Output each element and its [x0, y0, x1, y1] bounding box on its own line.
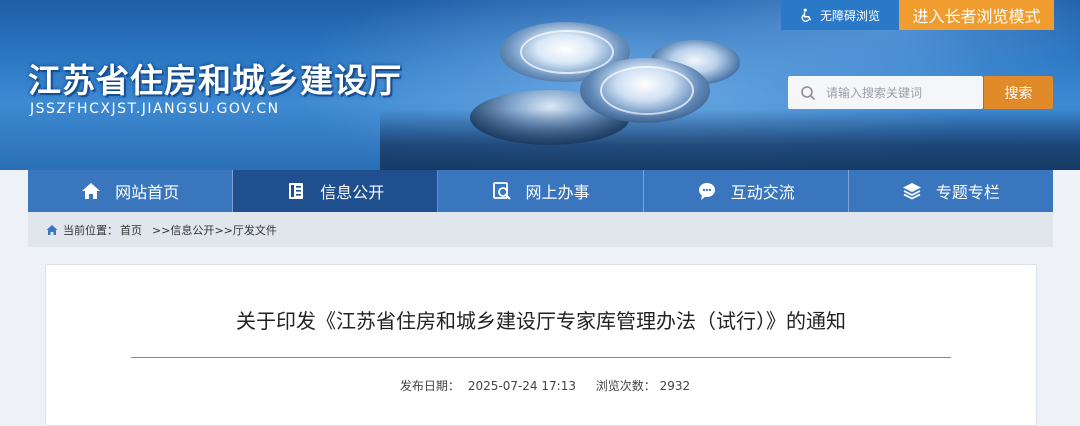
nav-item-label: 网上办事	[525, 183, 590, 202]
nav-item-label: 互动交流	[730, 183, 795, 202]
breadcrumb-prefix: 当前位置：	[63, 223, 118, 237]
breadcrumb-item-home[interactable]: 首页	[120, 222, 142, 238]
home-icon	[82, 183, 101, 199]
breadcrumb: 当前位置： 首页 >>信息公开 >>厅发文件	[28, 212, 1053, 247]
banner-landscape	[380, 110, 1080, 170]
view-count: 2932	[659, 379, 691, 393]
title-divider	[131, 357, 951, 358]
accessibility-label: 无障碍浏览	[819, 8, 880, 23]
search-input[interactable]	[824, 84, 978, 101]
view-count-label: 浏览次数：	[595, 379, 656, 393]
nav-item-home[interactable]: 网站首页	[28, 170, 234, 212]
search-box	[788, 76, 983, 109]
nav-item-label: 网站首页	[115, 183, 180, 202]
article-meta: 发布日期： 2025-07-24 17:13 浏览次数： 2932	[46, 377, 1036, 394]
accessibility-icon	[801, 8, 812, 22]
banner-stadium-ring	[520, 30, 614, 74]
publish-date: 2025-07-24 17:13	[467, 379, 576, 393]
article-card: 关于印发《江苏省住房和城乡建设厅专家库管理办法（试行）》的通知 发布日期： 202…	[45, 264, 1037, 426]
home-icon	[46, 224, 58, 235]
banner-stadium-ring	[600, 66, 694, 115]
nav-item-info-disclosure[interactable]: 信息公开	[233, 170, 439, 212]
nav-item-online-service[interactable]: 网上办事	[438, 170, 644, 212]
main-nav: 网站首页 信息公开 网上办事 互动交流 专题专栏	[28, 170, 1053, 212]
breadcrumb-item-docs[interactable]: >>厅发文件	[214, 222, 276, 238]
nav-item-special-topics[interactable]: 专题专栏	[849, 170, 1053, 212]
service-icon	[492, 182, 511, 200]
document-icon	[289, 183, 304, 199]
accessibility-link[interactable]: 无障碍浏览	[781, 0, 899, 30]
elder-mode-button[interactable]: 进入长者浏览模式	[899, 0, 1054, 30]
nav-item-label: 信息公开	[320, 183, 385, 202]
search-button[interactable]: 搜索	[984, 76, 1053, 109]
nav-item-label: 专题专栏	[935, 183, 1000, 202]
site-domain: JSSZFHCXJST.JIANGSU.GOV.CN	[30, 101, 280, 117]
site-title[interactable]: 江苏省住房和城乡建设厅	[28, 54, 402, 102]
chat-icon	[698, 183, 715, 200]
search-icon	[801, 85, 816, 100]
layers-icon	[902, 183, 921, 200]
article-title: 关于印发《江苏省住房和城乡建设厅专家库管理办法（试行）》的通知	[236, 309, 846, 333]
publish-date-label: 发布日期：	[399, 379, 460, 393]
breadcrumb-item-info[interactable]: >>信息公开	[152, 222, 214, 238]
nav-item-interaction[interactable]: 互动交流	[644, 170, 849, 212]
